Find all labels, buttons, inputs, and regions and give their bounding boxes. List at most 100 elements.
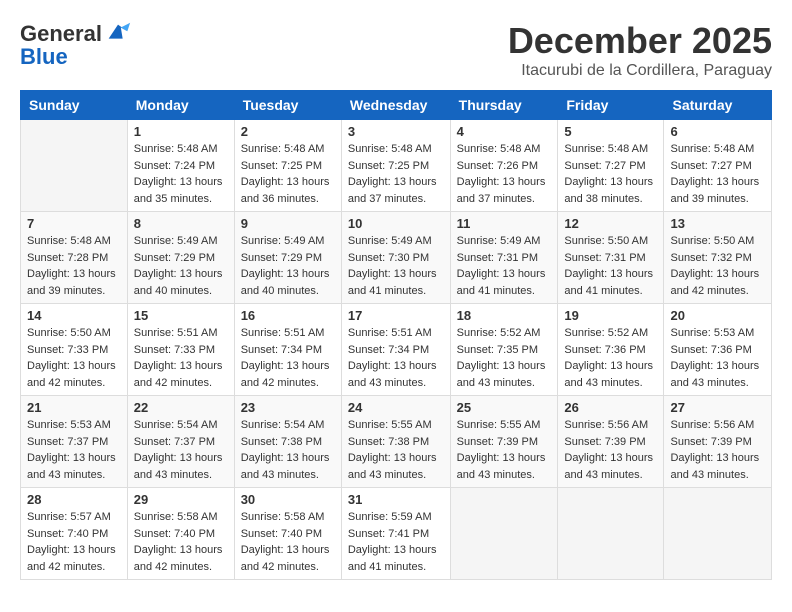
day-number: 17: [348, 308, 444, 323]
sunrise-text: Sunrise: 5:53 AM: [670, 325, 765, 342]
daylight-text: Daylight: 13 hours and 42 minutes.: [241, 358, 335, 391]
sunset-text: Sunset: 7:40 PM: [241, 526, 335, 543]
daylight-text: Daylight: 13 hours and 40 minutes.: [241, 266, 335, 299]
day-number: 13: [670, 216, 765, 231]
day-number: 11: [457, 216, 552, 231]
daylight-text: Daylight: 13 hours and 42 minutes.: [134, 358, 228, 391]
daylight-text: Daylight: 13 hours and 43 minutes.: [27, 450, 121, 483]
logo: General Blue: [20, 20, 132, 70]
cell-content: Sunrise: 5:52 AMSunset: 7:35 PMDaylight:…: [457, 325, 552, 391]
calendar-cell: 31Sunrise: 5:59 AMSunset: 7:41 PMDayligh…: [341, 488, 450, 580]
sunset-text: Sunset: 7:27 PM: [564, 158, 657, 175]
sunrise-text: Sunrise: 5:50 AM: [670, 233, 765, 250]
day-number: 29: [134, 492, 228, 507]
daylight-text: Daylight: 13 hours and 43 minutes.: [670, 450, 765, 483]
cell-content: Sunrise: 5:55 AMSunset: 7:38 PMDaylight:…: [348, 417, 444, 483]
calendar-cell: 7Sunrise: 5:48 AMSunset: 7:28 PMDaylight…: [21, 212, 128, 304]
cell-content: Sunrise: 5:50 AMSunset: 7:32 PMDaylight:…: [670, 233, 765, 299]
calendar-cell: 6Sunrise: 5:48 AMSunset: 7:27 PMDaylight…: [664, 120, 772, 212]
daylight-text: Daylight: 13 hours and 42 minutes.: [27, 542, 121, 575]
calendar-cell: [558, 488, 664, 580]
calendar-cell: 28Sunrise: 5:57 AMSunset: 7:40 PMDayligh…: [21, 488, 128, 580]
cell-content: Sunrise: 5:49 AMSunset: 7:31 PMDaylight:…: [457, 233, 552, 299]
calendar-cell: 24 Sunrise: 5:55 AMSunset: 7:38 PMDayligh…: [341, 396, 450, 488]
title-area: December 2025 Itacurubi de la Cordillera…: [508, 20, 772, 80]
calendar-cell: 3Sunrise: 5:48 AMSunset: 7:25 PMDaylight…: [341, 120, 450, 212]
sunrise-text: Sunrise: 5:56 AM: [670, 417, 765, 434]
sunrise-text: Sunrise: 5:49 AM: [241, 233, 335, 250]
day-number: 20: [670, 308, 765, 323]
month-title: December 2025: [508, 20, 772, 62]
calendar-cell: 23 Sunrise: 5:54 AMSunset: 7:38 PMDayligh…: [234, 396, 341, 488]
day-number: 2: [241, 124, 335, 139]
cell-content: Sunrise: 5:48 AMSunset: 7:28 PMDaylight:…: [27, 233, 121, 299]
daylight-text: Daylight: 13 hours and 42 minutes.: [241, 542, 335, 575]
sunset-text: Sunset: 7:39 PM: [564, 434, 657, 451]
day-number: 5: [564, 124, 657, 139]
calendar-cell: 4 Sunrise: 5:48 AMSunset: 7:26 PMDaylight…: [450, 120, 558, 212]
sunset-text: Sunset: 7:34 PM: [348, 342, 444, 359]
sunset-text: Sunset: 7:35 PM: [457, 342, 552, 359]
day-number: 21: [27, 400, 121, 415]
day-number: 10: [348, 216, 444, 231]
daylight-text: Daylight: 13 hours and 37 minutes.: [457, 174, 552, 207]
sunrise-text: Sunrise: 5:48 AM: [457, 141, 552, 158]
sunset-text: Sunset: 7:37 PM: [27, 434, 121, 451]
sunrise-text: Sunrise: 5:54 AM: [241, 417, 335, 434]
cell-content: Sunrise: 5:52 AMSunset: 7:36 PMDaylight:…: [564, 325, 657, 391]
sunrise-text: Sunrise: 5:49 AM: [134, 233, 228, 250]
day-number: 18: [457, 308, 552, 323]
calendar-cell: 12Sunrise: 5:50 AMSunset: 7:31 PMDayligh…: [558, 212, 664, 304]
sunrise-text: Sunrise: 5:48 AM: [27, 233, 121, 250]
sunset-text: Sunset: 7:41 PM: [348, 526, 444, 543]
sunset-text: Sunset: 7:32 PM: [670, 250, 765, 267]
day-number: 14: [27, 308, 121, 323]
calendar-week-4: 21Sunrise: 5:53 AMSunset: 7:37 PMDayligh…: [21, 396, 772, 488]
sunset-text: Sunset: 7:39 PM: [670, 434, 765, 451]
day-number: 25: [457, 400, 552, 415]
sunrise-text: Sunrise: 5:58 AM: [134, 509, 228, 526]
cell-content: Sunrise: 5:48 AMSunset: 7:27 PMDaylight:…: [564, 141, 657, 207]
day-number: 4: [457, 124, 552, 139]
daylight-text: Daylight: 13 hours and 42 minutes.: [134, 542, 228, 575]
sunrise-text: Sunrise: 5:56 AM: [564, 417, 657, 434]
sunset-text: Sunset: 7:30 PM: [348, 250, 444, 267]
day-number: 16: [241, 308, 335, 323]
logo-bird-icon: [104, 20, 132, 48]
sunrise-text: Sunrise: 5:55 AM: [348, 417, 444, 434]
cell-content: Sunrise: 5:48 AMSunset: 7:24 PMDaylight:…: [134, 141, 228, 207]
day-number: 24: [348, 400, 444, 415]
day-number: 27: [670, 400, 765, 415]
day-number: 22: [134, 400, 228, 415]
weekday-header-thursday: Thursday: [450, 91, 558, 120]
sunrise-text: Sunrise: 5:50 AM: [27, 325, 121, 342]
sunset-text: Sunset: 7:29 PM: [241, 250, 335, 267]
calendar-cell: 18 Sunrise: 5:52 AMSunset: 7:35 PMDayligh…: [450, 304, 558, 396]
daylight-text: Daylight: 13 hours and 41 minutes.: [457, 266, 552, 299]
cell-content: Sunrise: 5:56 AMSunset: 7:39 PMDaylight:…: [564, 417, 657, 483]
calendar-cell: 8Sunrise: 5:49 AMSunset: 7:29 PMDaylight…: [127, 212, 234, 304]
calendar-cell: 30Sunrise: 5:58 AMSunset: 7:40 PMDayligh…: [234, 488, 341, 580]
sunset-text: Sunset: 7:25 PM: [241, 158, 335, 175]
daylight-text: Daylight: 13 hours and 37 minutes.: [348, 174, 444, 207]
day-number: 28: [27, 492, 121, 507]
sunset-text: Sunset: 7:26 PM: [457, 158, 552, 175]
sunset-text: Sunset: 7:28 PM: [27, 250, 121, 267]
sunrise-text: Sunrise: 5:48 AM: [348, 141, 444, 158]
sunrise-text: Sunrise: 5:59 AM: [348, 509, 444, 526]
daylight-text: Daylight: 13 hours and 43 minutes.: [670, 358, 765, 391]
sunrise-text: Sunrise: 5:57 AM: [27, 509, 121, 526]
calendar-cell: 11 Sunrise: 5:49 AMSunset: 7:31 PMDayligh…: [450, 212, 558, 304]
cell-content: Sunrise: 5:54 AMSunset: 7:38 PMDaylight:…: [241, 417, 335, 483]
sunrise-text: Sunrise: 5:51 AM: [348, 325, 444, 342]
sunrise-text: Sunrise: 5:54 AM: [134, 417, 228, 434]
day-number: 1: [134, 124, 228, 139]
sunset-text: Sunset: 7:33 PM: [27, 342, 121, 359]
day-number: 23: [241, 400, 335, 415]
calendar-week-5: 28Sunrise: 5:57 AMSunset: 7:40 PMDayligh…: [21, 488, 772, 580]
sunset-text: Sunset: 7:38 PM: [241, 434, 335, 451]
daylight-text: Daylight: 13 hours and 43 minutes.: [564, 450, 657, 483]
calendar-cell: 15Sunrise: 5:51 AMSunset: 7:33 PMDayligh…: [127, 304, 234, 396]
sunset-text: Sunset: 7:38 PM: [348, 434, 444, 451]
calendar-cell: 26Sunrise: 5:56 AMSunset: 7:39 PMDayligh…: [558, 396, 664, 488]
